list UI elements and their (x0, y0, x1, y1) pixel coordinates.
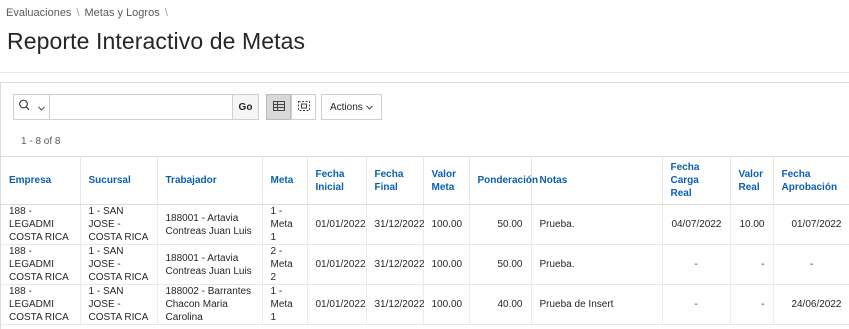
cell-fecha-carga-real: - (662, 284, 731, 325)
cell-meta: 1 - Meta 1 (262, 284, 308, 325)
column-header-meta[interactable]: Meta (262, 156, 308, 205)
cell-fecha-inicial: 01/01/2022 (307, 204, 367, 245)
cell-fecha-aprobacion: - (773, 244, 849, 285)
search-box (13, 94, 233, 120)
column-header-empresa[interactable]: Empresa (1, 156, 81, 205)
cell-empresa: 188 - LEGADMI COSTA RICA (1, 244, 81, 285)
cell-notas: Prueba de Insert (531, 284, 663, 325)
cell-trabajador: 188001 - Artavia Contreas Juan Luis (157, 244, 263, 285)
search-input[interactable] (50, 95, 232, 119)
chevron-down-icon (365, 102, 373, 113)
table-row: 188 - LEGADMI COSTA RICA 1 - SAN JOSE - … (1, 204, 849, 245)
cell-valor-meta: 100.00 (423, 204, 470, 245)
column-header-fecha-carga-real[interactable]: Fecha Carga Real (662, 156, 731, 205)
view-mode-group (266, 94, 316, 120)
table-row: 188 - LEGADMI COSTA RICA 1 - SAN JOSE - … (1, 284, 849, 325)
column-header-fecha-aprobacion[interactable]: Fecha Aprobación (773, 156, 849, 205)
column-header-valor-meta[interactable]: Valor Meta (423, 156, 470, 205)
cell-fecha-aprobacion: 24/06/2022 (773, 284, 849, 325)
cell-fecha-final: 31/12/2022 (366, 244, 425, 285)
cell-valor-real: - (730, 284, 774, 325)
column-header-valor-real[interactable]: Valor Real (730, 156, 774, 205)
cell-meta: 1 - Meta 1 (262, 204, 308, 245)
cell-ponderacion: 50.00 (469, 244, 532, 285)
cell-meta: 2 - Meta 2 (262, 244, 308, 285)
actions-label: Actions (330, 101, 363, 113)
pagination-info: 1 - 8 of 8 (21, 136, 61, 147)
chevron-down-icon (38, 98, 45, 116)
cell-notas: Prueba. (531, 244, 663, 285)
column-header-notas[interactable]: Notas (531, 156, 663, 205)
cell-fecha-aprobacion: 01/07/2022 (773, 204, 849, 245)
breadcrumb-item-evaluaciones[interactable]: Evaluaciones (6, 7, 71, 19)
cell-ponderacion: 40.00 (469, 284, 532, 325)
cell-ponderacion: 50.00 (469, 204, 532, 245)
cell-fecha-inicial: 01/01/2022 (307, 284, 367, 325)
breadcrumb-separator: \ (76, 7, 80, 19)
cell-trabajador: 188002 - Barrantes Chacon Maria Carolina (157, 284, 263, 325)
cell-fecha-inicial: 01/01/2022 (307, 244, 367, 285)
cell-empresa: 188 - LEGADMI COSTA RICA (1, 204, 81, 245)
cell-notas: Prueba. (531, 204, 663, 245)
cell-valor-meta: 100.00 (423, 284, 470, 325)
grid-view-icon (272, 98, 285, 116)
header-divider (0, 72, 849, 73)
cell-valor-meta: 100.00 (423, 244, 470, 285)
grid-view-button[interactable] (266, 94, 291, 120)
cell-valor-real: 10.00 (730, 204, 774, 245)
search-icon (18, 98, 38, 116)
table-header-row: Empresa Sucursal Trabajador Meta Fecha I… (1, 156, 849, 205)
cell-fecha-final: 31/12/2022 (366, 204, 425, 245)
column-header-trabajador[interactable]: Trabajador (157, 156, 263, 205)
cell-valor-real: - (730, 244, 774, 285)
actions-menu-button[interactable]: Actions (321, 94, 382, 120)
detail-view-icon (297, 98, 310, 116)
detail-view-button[interactable] (291, 94, 316, 120)
column-header-fecha-inicial[interactable]: Fecha Inicial (307, 156, 367, 205)
breadcrumb-item-metas-logros[interactable]: Metas y Logros (85, 7, 160, 19)
table-row: 188 - LEGADMI COSTA RICA 1 - SAN JOSE - … (1, 244, 849, 285)
column-header-sucursal[interactable]: Sucursal (80, 156, 158, 205)
column-header-ponderacion[interactable]: Ponderación (469, 156, 538, 205)
breadcrumb: Evaluaciones \ Metas y Logros \ (6, 7, 173, 19)
cell-fecha-final: 31/12/2022 (366, 284, 425, 325)
breadcrumb-separator: \ (164, 7, 168, 19)
report-toolbar: Go Actions (13, 94, 382, 120)
cell-sucursal: 1 - SAN JOSE - COSTA RICA (80, 284, 158, 325)
report-table: Empresa Sucursal Trabajador Meta Fecha I… (1, 156, 849, 325)
cell-sucursal: 1 - SAN JOSE - COSTA RICA (80, 204, 158, 245)
search-column-selector[interactable] (14, 95, 50, 119)
page-title: Reporte Interactivo de Metas (7, 28, 306, 54)
go-button[interactable]: Go (233, 94, 259, 120)
cell-empresa: 188 - LEGADMI COSTA RICA (1, 284, 81, 325)
cell-sucursal: 1 - SAN JOSE - COSTA RICA (80, 244, 158, 285)
cell-fecha-carga-real: 04/07/2022 (662, 204, 731, 245)
column-header-fecha-final[interactable]: Fecha Final (366, 156, 424, 205)
interactive-report-region: Go Actions 1 - 8 of 8 Empresa Sucursal T… (0, 82, 849, 329)
cell-fecha-carga-real: - (662, 244, 731, 285)
cell-trabajador: 188001 - Artavia Contreas Juan Luis (157, 204, 263, 245)
